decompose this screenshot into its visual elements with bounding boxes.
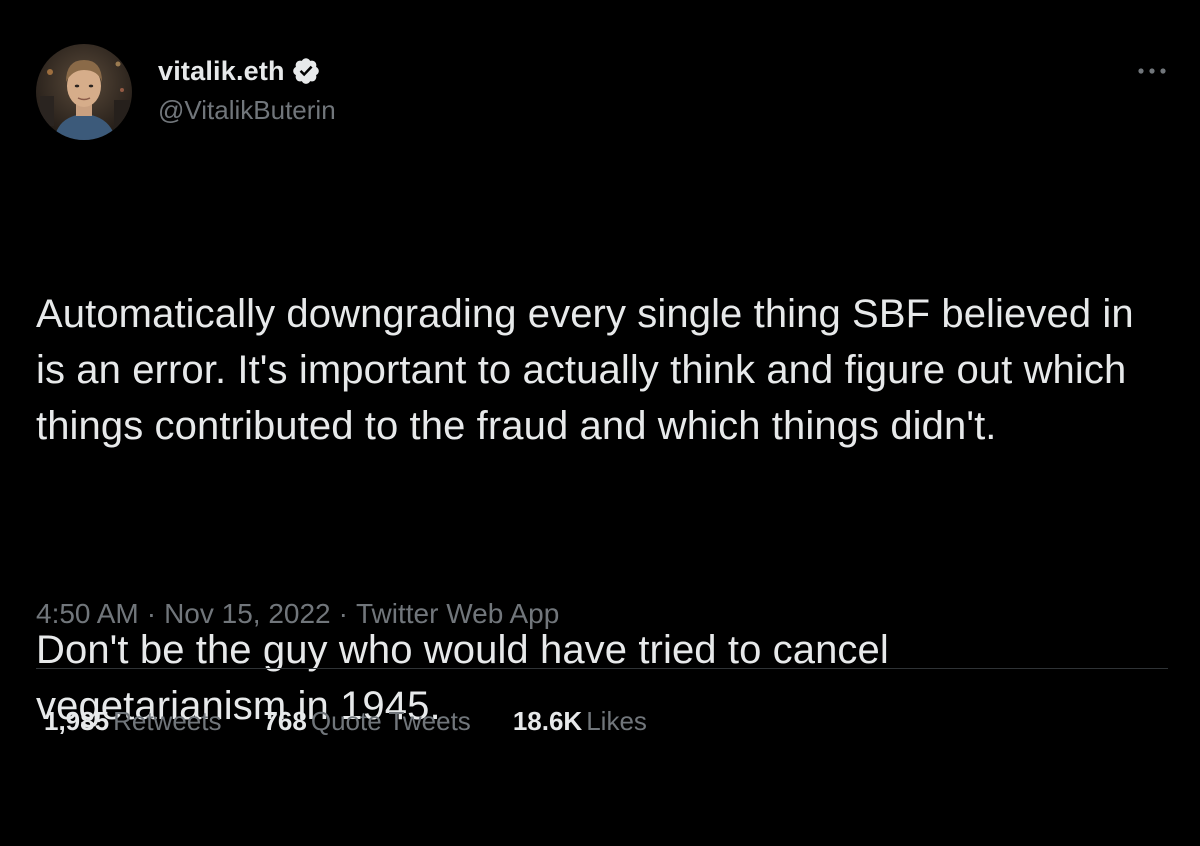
- profile-photo: [36, 44, 132, 140]
- tweet-source[interactable]: Twitter Web App: [356, 598, 559, 629]
- author-display-name[interactable]: vitalik.eth: [158, 56, 285, 87]
- retweets-count: 1,985: [44, 706, 110, 736]
- more-horizontal-icon: [1138, 68, 1166, 74]
- verified-badge-icon: [291, 56, 321, 86]
- tweet-text: Automatically downgrading every single t…: [36, 174, 1146, 846]
- likes-label: Likes: [586, 706, 647, 736]
- quote-tweets-count: 768: [263, 706, 307, 736]
- tweet-date[interactable]: Nov 15, 2022: [164, 598, 331, 629]
- retweets-stat[interactable]: 1,985 Retweets: [44, 706, 221, 737]
- avatar[interactable]: [36, 44, 132, 140]
- quote-tweets-label: Quote Tweets: [310, 706, 471, 736]
- author-name-row[interactable]: vitalik.eth: [158, 54, 321, 88]
- divider: [36, 668, 1168, 669]
- tweet-time[interactable]: 4:50 AM: [36, 598, 139, 629]
- tweet-detail: vitalik.eth @VitalikButerin Automaticall…: [0, 0, 1200, 768]
- tweet-paragraph: Automatically downgrading every single t…: [36, 292, 1145, 448]
- likes-count: 18.6K: [512, 706, 583, 736]
- quote-tweets-stat[interactable]: 768 Quote Tweets: [263, 706, 470, 737]
- meta-separator: ·: [146, 598, 157, 629]
- more-options-button[interactable]: [1126, 54, 1178, 88]
- engagement-stats: 1,985 Retweets 768 Quote Tweets 18.6K Likes: [44, 706, 689, 737]
- tweet-metadata: 4:50 AM · Nov 15, 2022 · Twitter Web App: [36, 598, 559, 630]
- likes-stat[interactable]: 18.6K Likes: [513, 706, 647, 737]
- retweets-label: Retweets: [113, 706, 222, 736]
- meta-separator: ·: [338, 598, 348, 629]
- author-handle[interactable]: @VitalikButerin: [158, 95, 336, 126]
